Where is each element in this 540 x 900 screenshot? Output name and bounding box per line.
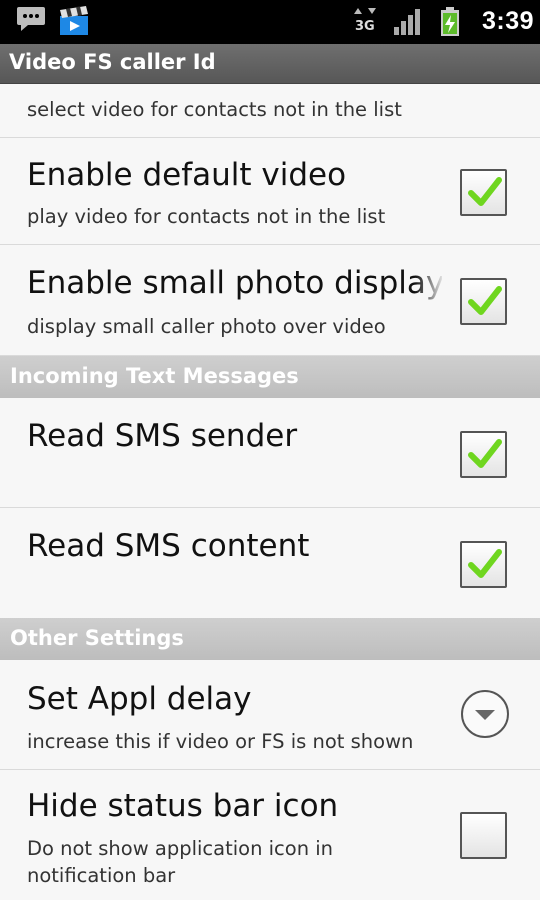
pref-enable-default-video[interactable]: Enable default video play video for cont… (0, 138, 540, 245)
pref-title: Read SMS content (27, 528, 310, 564)
pref-default-video-select[interactable]: select video for contacts not in the lis… (0, 84, 540, 138)
app-title: Video FS caller Id (9, 50, 216, 74)
pref-read-sms-sender[interactable]: Read SMS sender (0, 398, 540, 508)
enable-default-video-checkbox[interactable] (460, 169, 507, 216)
chat-icon (17, 7, 45, 31)
pref-title: Enable small photo display (27, 265, 442, 301)
checkmark-icon (468, 286, 502, 315)
signal-icon (394, 9, 420, 35)
pref-set-appl-delay[interactable]: Set Appl delay increase this if video or… (0, 660, 540, 770)
chevron-down-icon (475, 710, 495, 720)
pref-summary: select video for contacts not in the lis… (27, 98, 402, 121)
clapperboard-icon (60, 6, 88, 35)
status-time: 3:39 (482, 7, 535, 35)
pref-summary: play video for contacts not in the list (27, 205, 386, 228)
network-3g-icon: 3G (352, 0, 378, 44)
title-fade (415, 265, 445, 309)
pref-title: Hide status bar icon (27, 788, 339, 824)
category-incoming-text: Incoming Text Messages (0, 356, 540, 398)
pref-hide-status-bar-icon[interactable]: Hide status bar icon Do not show applica… (0, 770, 540, 900)
category-label: Incoming Text Messages (10, 364, 299, 388)
title-bar: Video FS caller Id (0, 44, 540, 84)
pref-title: Read SMS sender (27, 418, 298, 454)
battery-charging-icon (441, 7, 459, 36)
hide-status-bar-icon-checkbox[interactable] (460, 812, 507, 859)
checkmark-icon (468, 177, 502, 206)
pref-enable-small-photo[interactable]: Enable small photo display display small… (0, 245, 540, 356)
enable-small-photo-checkbox[interactable] (460, 278, 507, 325)
read-sms-content-checkbox[interactable] (460, 541, 507, 588)
pref-summary-line2: notification bar (27, 864, 176, 887)
category-label: Other Settings (10, 626, 184, 650)
pref-title: Set Appl delay (27, 681, 252, 717)
status-bar: 3G 3:39 (0, 0, 540, 44)
pref-read-sms-content[interactable]: Read SMS content (0, 508, 540, 618)
pref-summary: display small caller photo over video (27, 315, 386, 338)
checkmark-icon (468, 549, 502, 578)
checkmark-icon (468, 439, 502, 468)
pref-title: Enable default video (27, 157, 347, 193)
set-appl-delay-dropdown[interactable] (461, 690, 509, 738)
network-label: 3G (355, 19, 375, 34)
read-sms-sender-checkbox[interactable] (460, 431, 507, 478)
pref-summary: increase this if video or FS is not show… (27, 730, 414, 753)
pref-summary-line1: Do not show application icon in (27, 837, 334, 860)
category-other-settings: Other Settings (0, 618, 540, 660)
